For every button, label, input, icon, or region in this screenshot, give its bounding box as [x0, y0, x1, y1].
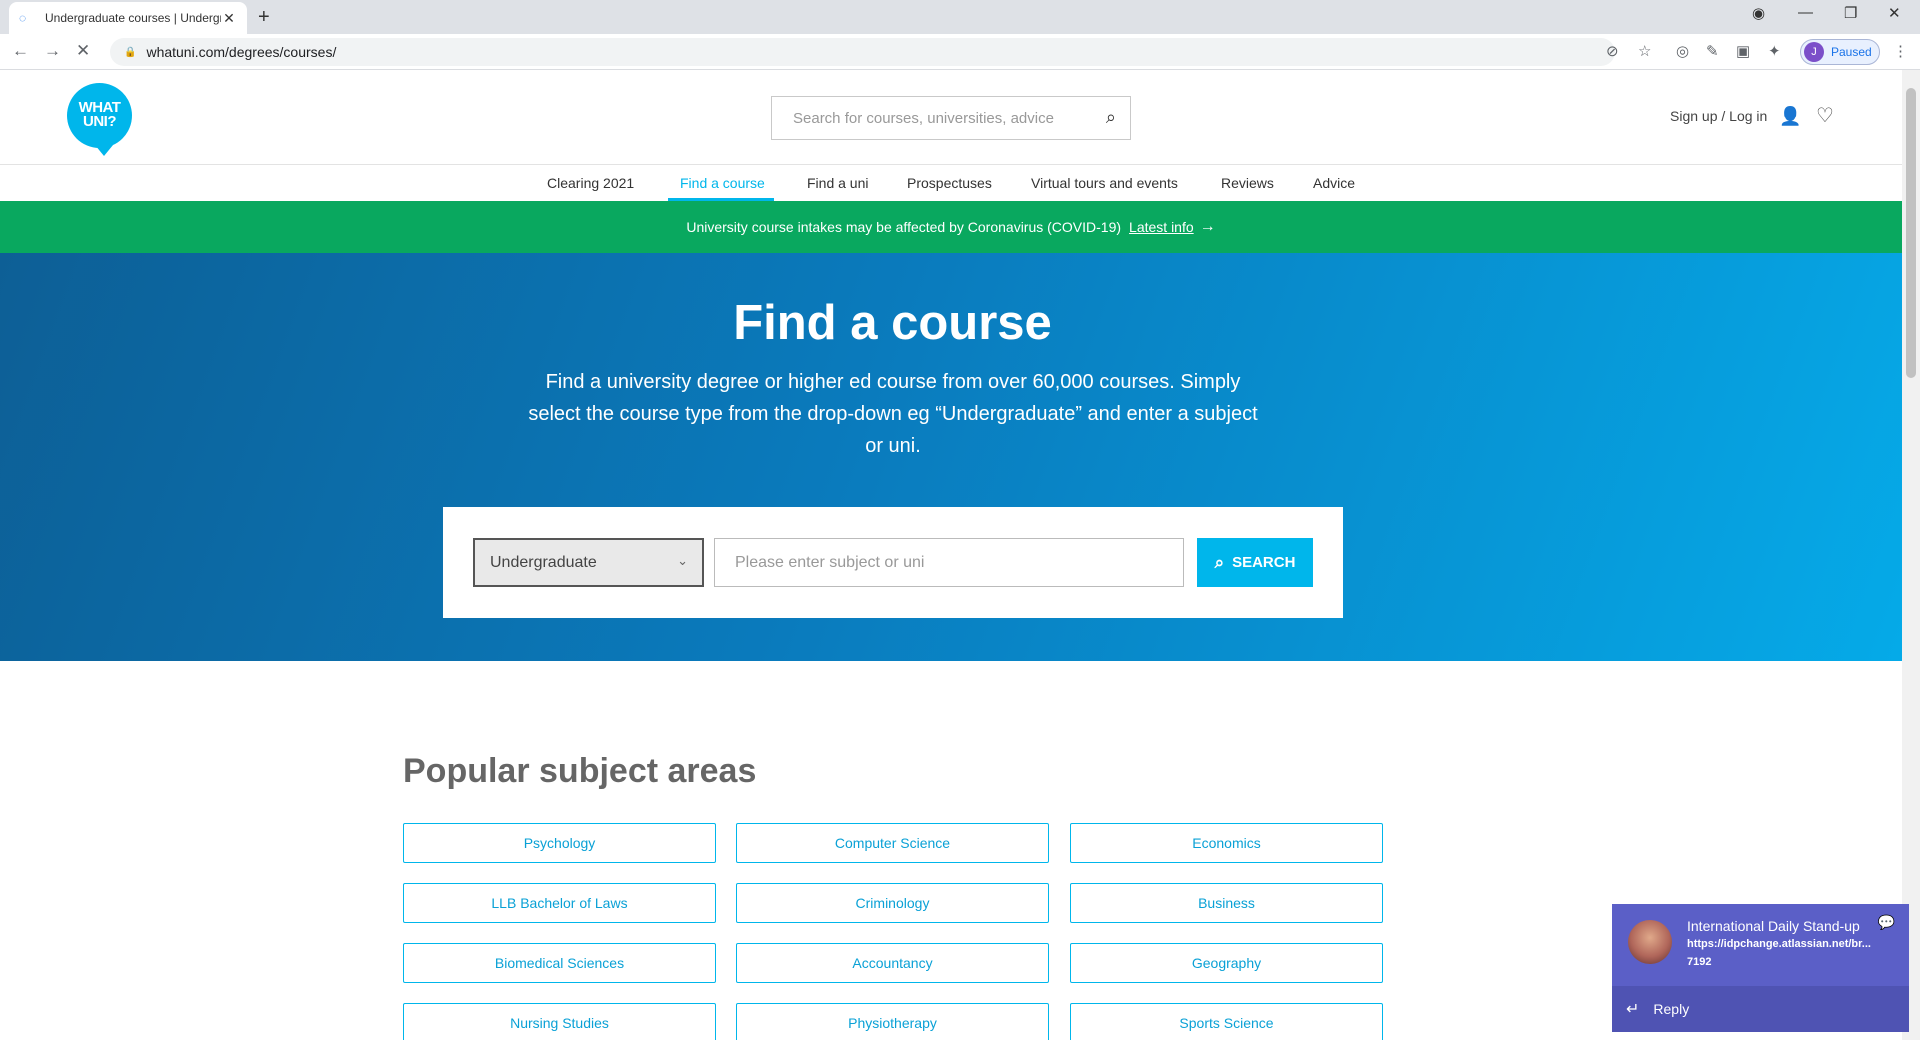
- blocked-content-icon[interactable]: ⊘: [1606, 42, 1619, 60]
- course-search-card: Undergraduate ⌄ Please enter subject or …: [443, 507, 1343, 618]
- header-search-placeholder: Search for courses, universities, advice: [793, 109, 1054, 127]
- signin-link[interactable]: Sign up / Log in: [1670, 108, 1767, 124]
- hero-section: Find a course Find a university degree o…: [0, 253, 1902, 661]
- bookmark-star-icon[interactable]: ☆: [1638, 42, 1651, 60]
- user-icon[interactable]: 👤: [1779, 106, 1801, 127]
- search-button[interactable]: ⌕ SEARCH: [1197, 538, 1313, 587]
- header-search-input[interactable]: Search for courses, universities, advice…: [771, 96, 1131, 140]
- subject-chip[interactable]: Physiotherapy: [736, 1003, 1049, 1040]
- subject-chip[interactable]: Biomedical Sciences: [403, 943, 716, 983]
- subject-placeholder: Please enter subject or uni: [735, 553, 925, 571]
- site-header: WHAT UNI? Search for courses, universiti…: [0, 70, 1902, 165]
- forward-icon[interactable]: →: [44, 41, 61, 61]
- notification-url: https://idpchange.atlassian.net/br...: [1687, 938, 1871, 950]
- site-favicon-icon: ◌: [19, 11, 27, 25]
- browser-menu-icon[interactable]: ⋮: [1893, 42, 1908, 60]
- profile-avatar: J: [1804, 42, 1824, 62]
- reply-arrow-icon: ↵: [1626, 1001, 1640, 1018]
- latest-info-link[interactable]: Latest info: [1129, 219, 1194, 235]
- close-tab-icon[interactable]: ✕: [221, 10, 237, 27]
- chevron-down-icon: ⌄: [677, 553, 688, 568]
- search-button-label: SEARCH: [1232, 554, 1296, 571]
- stop-loading-icon[interactable]: ✕: [76, 41, 90, 61]
- nav-prospectuses[interactable]: Prospectuses: [907, 175, 992, 191]
- chat-icon: 💬: [1877, 914, 1895, 930]
- extensions-puzzle-icon[interactable]: ✦: [1768, 42, 1781, 60]
- nav-find-a-uni[interactable]: Find a uni: [807, 175, 868, 191]
- extension-chrome-icon[interactable]: ◎: [1676, 42, 1689, 60]
- browser-tab[interactable]: ◌ Undergraduate courses | Undergr ✕: [9, 2, 247, 34]
- address-bar[interactable]: 🔒 whatuni.com/degrees/courses/: [110, 38, 1615, 66]
- covid-banner: University course intakes may be affecte…: [0, 201, 1902, 253]
- notification-id: 7192: [1687, 956, 1712, 968]
- course-type-value: Undergraduate: [490, 553, 597, 571]
- popular-title: Popular subject areas: [403, 752, 757, 790]
- profile-status: Paused: [1831, 45, 1872, 59]
- subject-chip[interactable]: Psychology: [403, 823, 716, 863]
- subject-input[interactable]: Please enter subject or uni: [714, 538, 1184, 587]
- notification-title: International Daily Stand-up: [1687, 918, 1860, 934]
- hero-description: Find a university degree or higher ed co…: [528, 371, 1258, 457]
- course-type-select[interactable]: Undergraduate ⌄: [473, 538, 704, 587]
- subject-chip[interactable]: Computer Science: [736, 823, 1049, 863]
- subject-chip[interactable]: Economics: [1070, 823, 1383, 863]
- minimize-icon[interactable]: —: [1798, 4, 1813, 21]
- subject-chip[interactable]: Geography: [1070, 943, 1383, 983]
- reply-label: Reply: [1653, 1001, 1690, 1017]
- subject-chip[interactable]: Criminology: [736, 883, 1049, 923]
- subject-chip[interactable]: Sports Science: [1070, 1003, 1383, 1040]
- url-text: whatuni.com/degrees/courses/: [146, 44, 337, 60]
- browser-toolbar: ← → ✕ 🔒 whatuni.com/degrees/courses/ ⊘ ☆…: [0, 34, 1920, 70]
- restore-icon[interactable]: ❐: [1844, 4, 1857, 22]
- scrollbar-thumb[interactable]: [1906, 88, 1916, 378]
- reply-button[interactable]: ↵ Reply: [1612, 986, 1909, 1032]
- search-icon: ⌕: [1214, 552, 1225, 572]
- arrow-right-icon: →: [1199, 218, 1216, 235]
- subject-chip[interactable]: Nursing Studies: [403, 1003, 716, 1040]
- lock-icon: 🔒: [124, 46, 137, 58]
- extension-pen-icon[interactable]: ✎: [1706, 42, 1719, 60]
- tab-search-icon[interactable]: ◉: [1752, 4, 1765, 22]
- nav-find-a-course[interactable]: Find a course: [680, 175, 765, 191]
- teams-notification[interactable]: International Daily Stand-up https://idp…: [1612, 904, 1909, 1032]
- profile-button[interactable]: J Paused: [1800, 39, 1880, 65]
- sender-avatar: [1628, 920, 1672, 964]
- search-icon[interactable]: ⌕: [1106, 107, 1116, 128]
- page-title: Find a course: [733, 296, 1052, 350]
- tab-title: Undergraduate courses | Undergr: [45, 11, 221, 25]
- heart-icon[interactable]: ♡: [1816, 103, 1834, 128]
- browser-tab-bar: ◌ Undergraduate courses | Undergr ✕ + ◉ …: [0, 0, 1920, 34]
- back-icon[interactable]: ←: [12, 41, 29, 61]
- subject-chip[interactable]: Accountancy: [736, 943, 1049, 983]
- extension-check-icon[interactable]: ▣: [1736, 42, 1750, 60]
- subject-chip[interactable]: Business: [1070, 883, 1383, 923]
- nav-advice[interactable]: Advice: [1313, 175, 1355, 191]
- page-scrollbar[interactable]: [1902, 70, 1920, 1040]
- nav-virtual-tours[interactable]: Virtual tours and events: [1031, 175, 1178, 191]
- subject-chip[interactable]: LLB Bachelor of Laws: [403, 883, 716, 923]
- new-tab-icon[interactable]: +: [258, 6, 270, 29]
- main-nav: Clearing 2021 Find a course Find a uni P…: [0, 166, 1902, 201]
- window-close-icon[interactable]: ✕: [1888, 4, 1901, 22]
- logo-text-line2: UNI?: [83, 113, 117, 130]
- nav-reviews[interactable]: Reviews: [1221, 175, 1274, 191]
- nav-clearing-2021[interactable]: Clearing 2021: [547, 175, 634, 191]
- banner-text: University course intakes may be affecte…: [686, 219, 1122, 235]
- whatuni-logo[interactable]: WHAT UNI?: [67, 83, 132, 156]
